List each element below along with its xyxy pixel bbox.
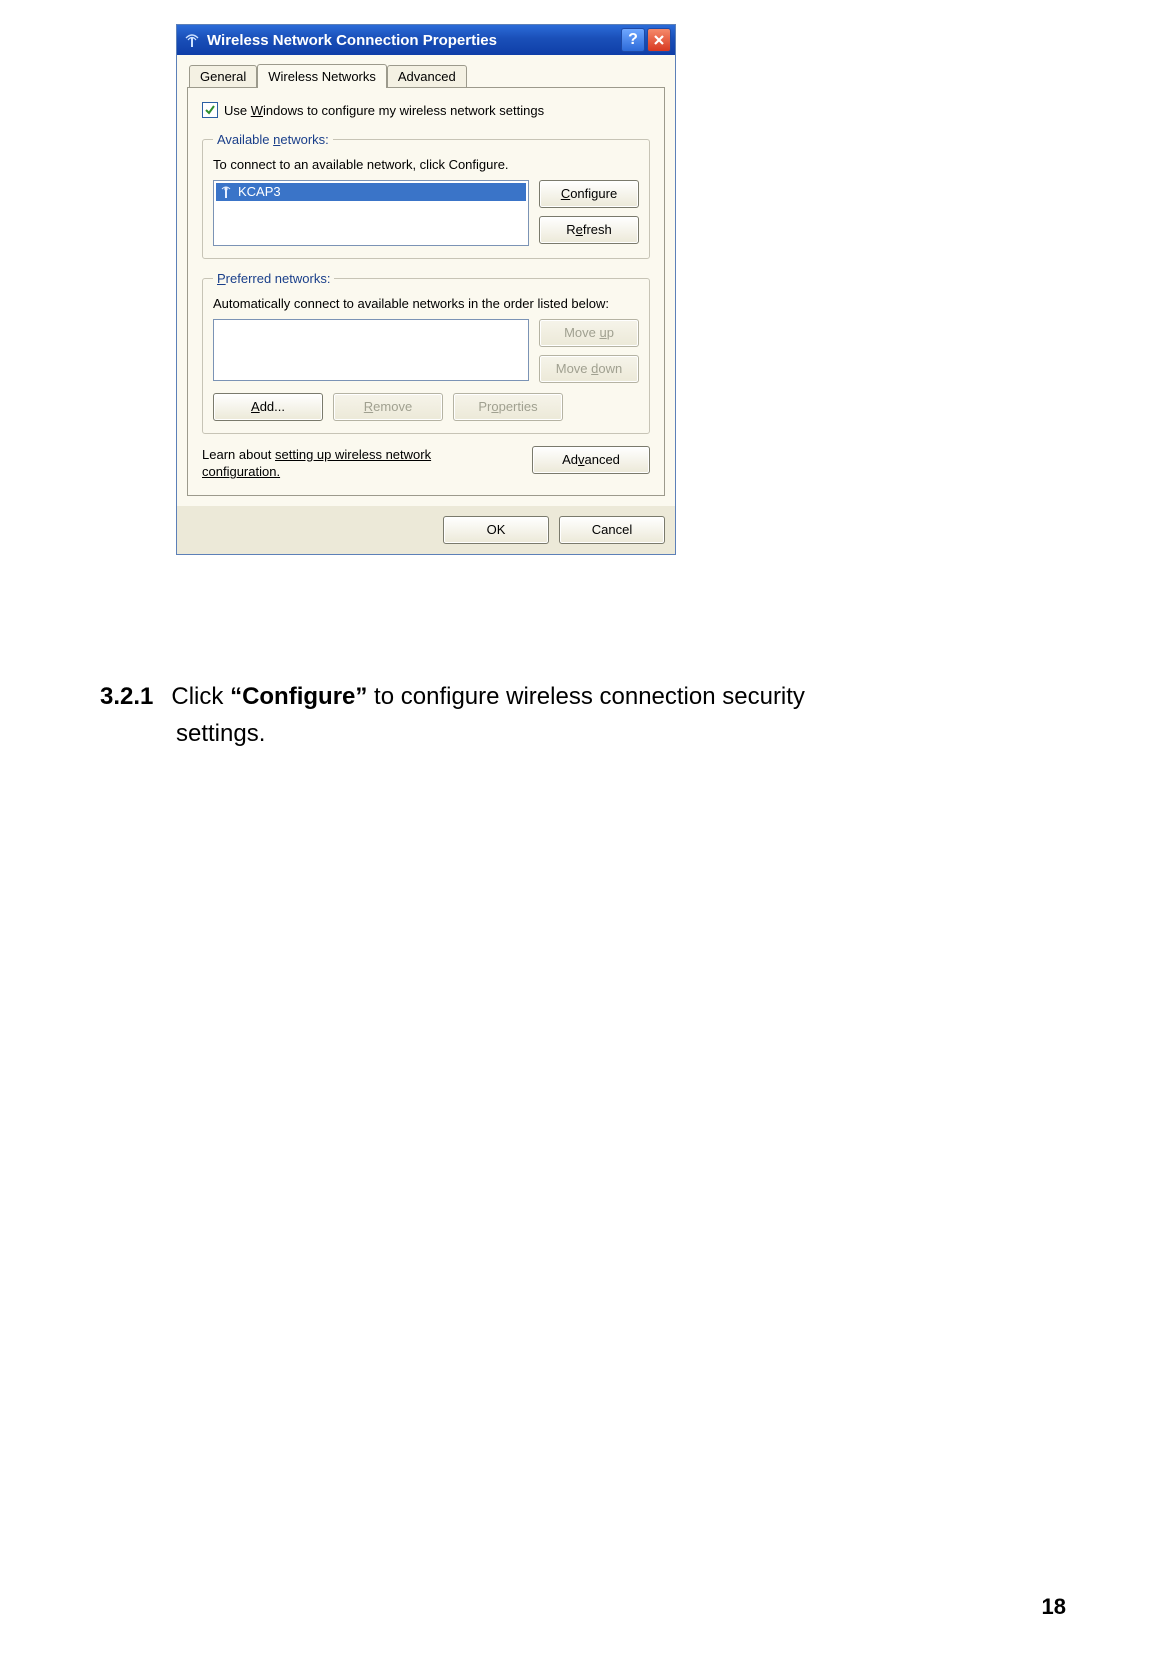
preferred-networks-list[interactable] xyxy=(213,319,529,381)
help-button[interactable]: ? xyxy=(621,28,645,52)
tab-wireless-networks[interactable]: Wireless Networks xyxy=(257,64,387,88)
available-network-item[interactable]: KCAP3 xyxy=(216,183,526,201)
titlebar: Wireless Network Connection Properties ? xyxy=(177,25,675,55)
use-windows-checkbox[interactable] xyxy=(202,102,218,118)
available-networks-legend: Available networks: xyxy=(213,132,333,147)
configure-button[interactable]: Configure xyxy=(539,180,639,208)
preferred-networks-legend: Preferred networks: xyxy=(213,271,334,286)
window-title: Wireless Network Connection Properties xyxy=(207,32,497,49)
wireless-app-icon xyxy=(183,31,201,49)
close-button[interactable] xyxy=(647,28,671,52)
tab-panel: Use Windows to configure my wireless net… xyxy=(187,87,665,496)
available-network-name: KCAP3 xyxy=(238,184,281,199)
instruction-number: 3.2.1 xyxy=(100,683,153,710)
dialog-window: Wireless Network Connection Properties ?… xyxy=(176,24,676,555)
available-networks-group: Available networks: To connect to an ava… xyxy=(202,132,650,259)
instruction-text: 3.2.1Click “Configure” to configure wire… xyxy=(100,678,1060,752)
advanced-button[interactable]: Advanced xyxy=(532,446,650,474)
refresh-button[interactable]: Refresh xyxy=(539,216,639,244)
move-up-button: Move up xyxy=(539,319,639,347)
cancel-button[interactable]: Cancel xyxy=(559,516,665,544)
remove-button: Remove xyxy=(333,393,443,421)
move-down-button: Move down xyxy=(539,355,639,383)
ok-button[interactable]: OK xyxy=(443,516,549,544)
tab-general[interactable]: General xyxy=(189,65,257,88)
preferred-networks-group: Preferred networks: Automatically connec… xyxy=(202,271,650,434)
learn-about-text: Learn about setting up wireless network … xyxy=(202,446,502,481)
use-windows-checkbox-row[interactable]: Use Windows to configure my wireless net… xyxy=(202,102,650,118)
dialog-button-row: OK Cancel xyxy=(177,506,675,554)
properties-button: Properties xyxy=(453,393,563,421)
available-networks-help: To connect to an available network, clic… xyxy=(213,157,639,174)
preferred-networks-help: Automatically connect to available netwo… xyxy=(213,296,639,313)
network-icon xyxy=(220,185,232,199)
use-windows-label: Use Windows to configure my wireless net… xyxy=(224,103,544,118)
tab-advanced[interactable]: Advanced xyxy=(387,65,467,88)
tabstrip: General Wireless Networks Advanced xyxy=(189,63,665,87)
page-number: 18 xyxy=(1042,1594,1066,1620)
add-button[interactable]: Add... xyxy=(213,393,323,421)
available-networks-list[interactable]: KCAP3 xyxy=(213,180,529,246)
